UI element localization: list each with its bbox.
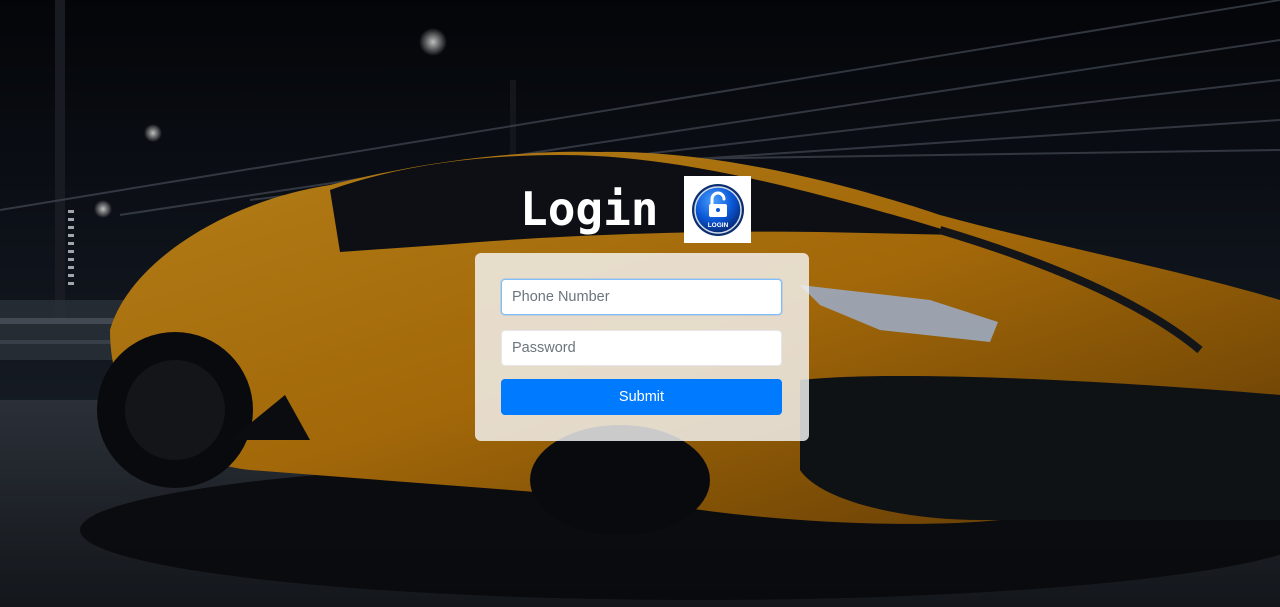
password-input[interactable] — [501, 330, 782, 366]
padlock-login-icon: LOGIN — [691, 183, 744, 236]
page-title: Login — [520, 182, 659, 236]
logo-text: LOGIN — [708, 222, 729, 229]
login-heading: Login LOGIN — [520, 176, 752, 243]
phone-number-input[interactable] — [501, 279, 782, 315]
login-logo: LOGIN — [684, 176, 752, 243]
login-form: Submit — [475, 253, 809, 441]
submit-button[interactable]: Submit — [501, 379, 782, 415]
